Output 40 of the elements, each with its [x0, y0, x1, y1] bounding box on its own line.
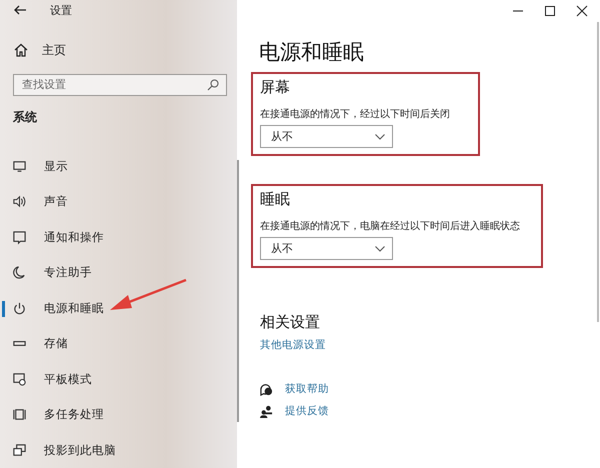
setting-description: 在接通电源的情况下，电脑在经过以下时间后进入睡眠状态 [260, 220, 521, 233]
chevron-down-icon [375, 134, 385, 140]
sidebar-item[interactable]: 声音 [0, 184, 237, 220]
chevron-down-icon [375, 246, 385, 252]
window-title: 设置 [50, 2, 72, 18]
sidebar-item[interactable]: 显示 [0, 148, 237, 184]
multitask-icon [12, 407, 27, 422]
sidebar-item[interactable]: 存储 [0, 326, 237, 362]
monitor-icon [12, 158, 27, 174]
section-heading: 系统 [13, 108, 38, 126]
speaker-icon [12, 194, 27, 210]
sidebar-item[interactable]: 通知和操作 [0, 220, 237, 255]
projector-icon [12, 442, 27, 458]
time-dropdown[interactable]: 从不 [260, 125, 393, 148]
power-icon [12, 300, 27, 316]
help-link[interactable]: 提供反馈 [285, 404, 329, 418]
help-icon [260, 382, 273, 396]
sidebar-item[interactable]: 电源和睡眠 [0, 290, 237, 326]
home-icon [14, 43, 28, 58]
search-icon [207, 78, 219, 90]
moon-icon [12, 265, 27, 280]
speech-bubble-icon [12, 230, 27, 245]
sidebar-item[interactable]: 平板模式 [0, 362, 237, 397]
help-link[interactable]: 获取帮助 [285, 382, 329, 396]
setting-description: 在接通电源的情况下，经过以下时间后关闭 [260, 108, 451, 121]
section-title: 睡眠 [260, 190, 291, 209]
time-dropdown[interactable]: 从不 [260, 237, 393, 260]
section-title: 屏幕 [260, 78, 291, 97]
page-title: 电源和睡眠 [259, 39, 365, 66]
sidebar-item[interactable]: 多任务处理 [0, 397, 237, 432]
people-icon [260, 404, 273, 418]
sidebar-item[interactable]: 投影到此电脑 [0, 432, 237, 468]
home-nav-item[interactable]: 主页 [0, 40, 237, 60]
close-icon[interactable] [576, 5, 588, 17]
sidebar-item[interactable]: 专注助手 [0, 255, 237, 290]
section-title: 相关设置 [260, 313, 321, 332]
maximize-icon[interactable] [544, 5, 556, 17]
search-field[interactable]: 查找设置 [13, 74, 227, 96]
power-settings-link[interactable]: 其他电源设置 [260, 338, 326, 352]
tablet-icon [12, 372, 27, 387]
